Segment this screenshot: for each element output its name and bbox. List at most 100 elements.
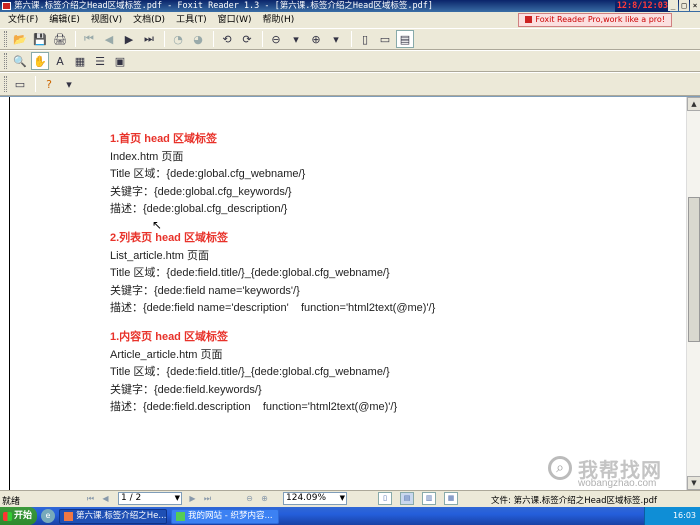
continuous-facing-icon[interactable]: ▦ bbox=[444, 492, 458, 505]
text-line: Article_article.htm 页面 bbox=[110, 348, 223, 361]
window-title: 第六课.标签介绍之Head区域标签.pdf - Foxit Reader 1.3… bbox=[14, 1, 433, 11]
rotate-right-icon[interactable]: ⟳ bbox=[238, 30, 256, 48]
text-line: Title 区域：{dede:field.title/}_{dede:globa… bbox=[110, 366, 390, 379]
facing-page-icon[interactable]: ▥ bbox=[422, 492, 436, 505]
browser-app-icon bbox=[176, 511, 186, 521]
menu-window[interactable]: 窗口(W) bbox=[218, 12, 252, 28]
menu-document[interactable]: 文档(D) bbox=[133, 12, 165, 28]
forward-view-icon[interactable]: ◕ bbox=[189, 30, 207, 48]
maximize-button[interactable]: □ bbox=[679, 0, 689, 11]
next-page-icon[interactable]: ▶ bbox=[120, 30, 138, 48]
task-label: 第六课.标签介绍之He... bbox=[76, 510, 167, 521]
extra-toolbar: ▭ ? ▾ bbox=[0, 72, 700, 96]
form-icon[interactable]: ▭ bbox=[11, 75, 29, 93]
page-layout-buttons: ▯ ▤ ▥ ▦ bbox=[378, 492, 466, 505]
snapshot-icon[interactable]: ▦ bbox=[71, 52, 89, 70]
help-dropdown-icon[interactable]: ▾ bbox=[60, 75, 78, 93]
print-icon[interactable]: 🖨 bbox=[51, 30, 69, 48]
menu-view[interactable]: 视图(V) bbox=[91, 12, 122, 28]
bookmarks-panel-icon[interactable]: ☰ bbox=[91, 52, 109, 70]
hand-tool-icon[interactable]: ✋ bbox=[31, 52, 49, 70]
section-list-page: 2.列表页 head 区域标签 List_article.htm 页面 Titl… bbox=[110, 230, 670, 318]
taskbar-item-browser[interactable]: 我的网站 - 织梦内容... bbox=[171, 508, 280, 524]
zoom-dropdown-icon[interactable]: ▾ bbox=[287, 30, 305, 48]
toolbar-separator bbox=[213, 31, 214, 47]
last-page-icon[interactable]: ⏭ bbox=[201, 492, 214, 505]
menu-help[interactable]: 帮助(H) bbox=[263, 12, 295, 28]
section-homepage: 1.首页 head 区域标签 Index.htm 页面 Title 区域：{de… bbox=[110, 131, 670, 219]
help-icon[interactable]: ? bbox=[40, 75, 58, 93]
zoom-in-icon[interactable]: ⊕ bbox=[307, 30, 325, 48]
zoom-in-dropdown-icon[interactable]: ▾ bbox=[327, 30, 345, 48]
chevron-down-icon[interactable]: ▼ bbox=[340, 493, 345, 504]
previous-page-icon[interactable]: ◀ bbox=[99, 492, 112, 505]
promo-text: Foxit Reader Pro,work like a pro! bbox=[535, 15, 665, 24]
text-line: 描述：{dede:field.description function='htm… bbox=[110, 401, 398, 414]
tools-toolbar: 🔍 ✋ A ▦ ☰ ▣ bbox=[0, 50, 700, 72]
section-article-page: 1.内容页 head 区域标签 Article_article.htm 页面 T… bbox=[110, 329, 670, 417]
zoom-field[interactable]: 124.09% ▼ bbox=[283, 492, 347, 505]
toolbar-separator bbox=[35, 76, 36, 92]
toolbar-grip[interactable] bbox=[4, 76, 7, 92]
foxit-logo-icon bbox=[525, 16, 533, 23]
text-line: 描述：{dede:field name='description' functi… bbox=[110, 302, 436, 315]
toolbar-grip[interactable] bbox=[4, 31, 7, 47]
first-page-icon[interactable]: ⏮ bbox=[84, 492, 97, 505]
main-toolbar: 📂 💾 🖨 ⏮ ◀ ▶ ⏭ ◔ ◕ ⟲ ⟳ ⊖ ▾ ⊕ ▾ ▯ ▭ ▤ bbox=[0, 28, 700, 50]
promo-banner[interactable]: Foxit Reader Pro,work like a pro! bbox=[518, 13, 672, 27]
scroll-thumb[interactable] bbox=[688, 197, 700, 342]
text-select-icon[interactable]: A bbox=[51, 52, 69, 70]
watermark: ⌕ 我帮找网 wobangzhao.com bbox=[548, 452, 698, 492]
menu-file[interactable]: 文件(F) bbox=[8, 12, 38, 28]
first-page-icon[interactable]: ⏮ bbox=[80, 30, 98, 48]
vertical-scrollbar[interactable]: ▲ ▼ bbox=[686, 97, 700, 490]
save-icon[interactable]: 💾 bbox=[31, 30, 49, 48]
continuous-page-icon[interactable]: ▤ bbox=[400, 492, 414, 505]
binoculars-icon[interactable]: 🔍 bbox=[11, 52, 29, 70]
page-number-field[interactable]: 1 / 2 ▼ bbox=[118, 492, 182, 505]
open-folder-icon[interactable]: 📂 bbox=[11, 30, 29, 48]
status-bar: 就绪 ⏮ ◀ 1 / 2 ▼ ▶ ⏭ ⊖ ⊕ 124.09% ▼ ▯ ▤ ▥ ▦… bbox=[0, 490, 700, 507]
zoom-out-icon[interactable]: ⊖ bbox=[267, 30, 285, 48]
minimize-button[interactable]: _ bbox=[668, 0, 678, 11]
single-page-icon[interactable]: ▯ bbox=[378, 492, 392, 505]
status-text: 就绪 bbox=[2, 497, 21, 507]
document-view[interactable]: 1.首页 head 区域标签 Index.htm 页面 Title 区域：{de… bbox=[0, 96, 700, 490]
foxit-app-icon bbox=[2, 2, 11, 10]
start-button[interactable]: 开始 bbox=[0, 507, 38, 525]
scroll-up-icon[interactable]: ▲ bbox=[687, 97, 700, 111]
back-view-icon[interactable]: ◔ bbox=[169, 30, 187, 48]
actual-size-icon[interactable]: ▯ bbox=[356, 30, 374, 48]
clock-overlay: 12:8/12:03 bbox=[614, 0, 670, 12]
toolbar-grip[interactable] bbox=[4, 53, 7, 69]
mouse-cursor-icon: ↖ bbox=[152, 218, 163, 232]
text-line: 关键字：{dede:global.cfg_keywords/} bbox=[110, 185, 292, 198]
close-button[interactable]: × bbox=[690, 0, 700, 11]
page-navigation: ⏮ ◀ 1 / 2 ▼ ▶ ⏭ bbox=[84, 492, 216, 505]
next-page-icon[interactable]: ▶ bbox=[186, 492, 199, 505]
previous-page-icon[interactable]: ◀ bbox=[100, 30, 118, 48]
windows-flag-icon bbox=[3, 511, 12, 521]
chevron-down-icon[interactable]: ▼ bbox=[175, 493, 180, 504]
text-line: Title 区域：{dede:field.title/}_{dede:globa… bbox=[110, 267, 390, 280]
last-page-icon[interactable]: ⏭ bbox=[140, 30, 158, 48]
section-heading: 1.首页 head 区域标签 bbox=[110, 133, 217, 145]
taskbar-item-foxit[interactable]: 第六课.标签介绍之He... bbox=[59, 508, 168, 524]
title-bar[interactable]: 第六课.标签介绍之Head区域标签.pdf - Foxit Reader 1.3… bbox=[0, 0, 700, 12]
zoom-in-icon[interactable]: ⊕ bbox=[258, 493, 271, 505]
zoom-out-icon[interactable]: ⊖ bbox=[243, 493, 256, 505]
fit-width-icon[interactable]: ▤ bbox=[396, 30, 414, 48]
system-tray: 16:03 bbox=[644, 507, 700, 525]
thumbnails-icon[interactable]: ▣ bbox=[111, 52, 129, 70]
taskbar: 开始 e 第六课.标签介绍之He... 我的网站 - 织梦内容... 16:03 bbox=[0, 507, 700, 525]
menu-edit[interactable]: 编辑(E) bbox=[49, 12, 80, 28]
window-controls: _ □ × bbox=[667, 0, 700, 11]
rotate-left-icon[interactable]: ⟲ bbox=[218, 30, 236, 48]
text-line: 描述：{dede:global.cfg_description/} bbox=[110, 203, 288, 216]
toolbar-separator bbox=[351, 31, 352, 47]
section-heading: 1.内容页 head 区域标签 bbox=[110, 330, 228, 343]
menu-tools[interactable]: 工具(T) bbox=[176, 12, 207, 28]
fit-page-icon[interactable]: ▭ bbox=[376, 30, 394, 48]
toolbar-separator bbox=[164, 31, 165, 47]
quick-launch-icon[interactable]: e bbox=[41, 509, 56, 523]
